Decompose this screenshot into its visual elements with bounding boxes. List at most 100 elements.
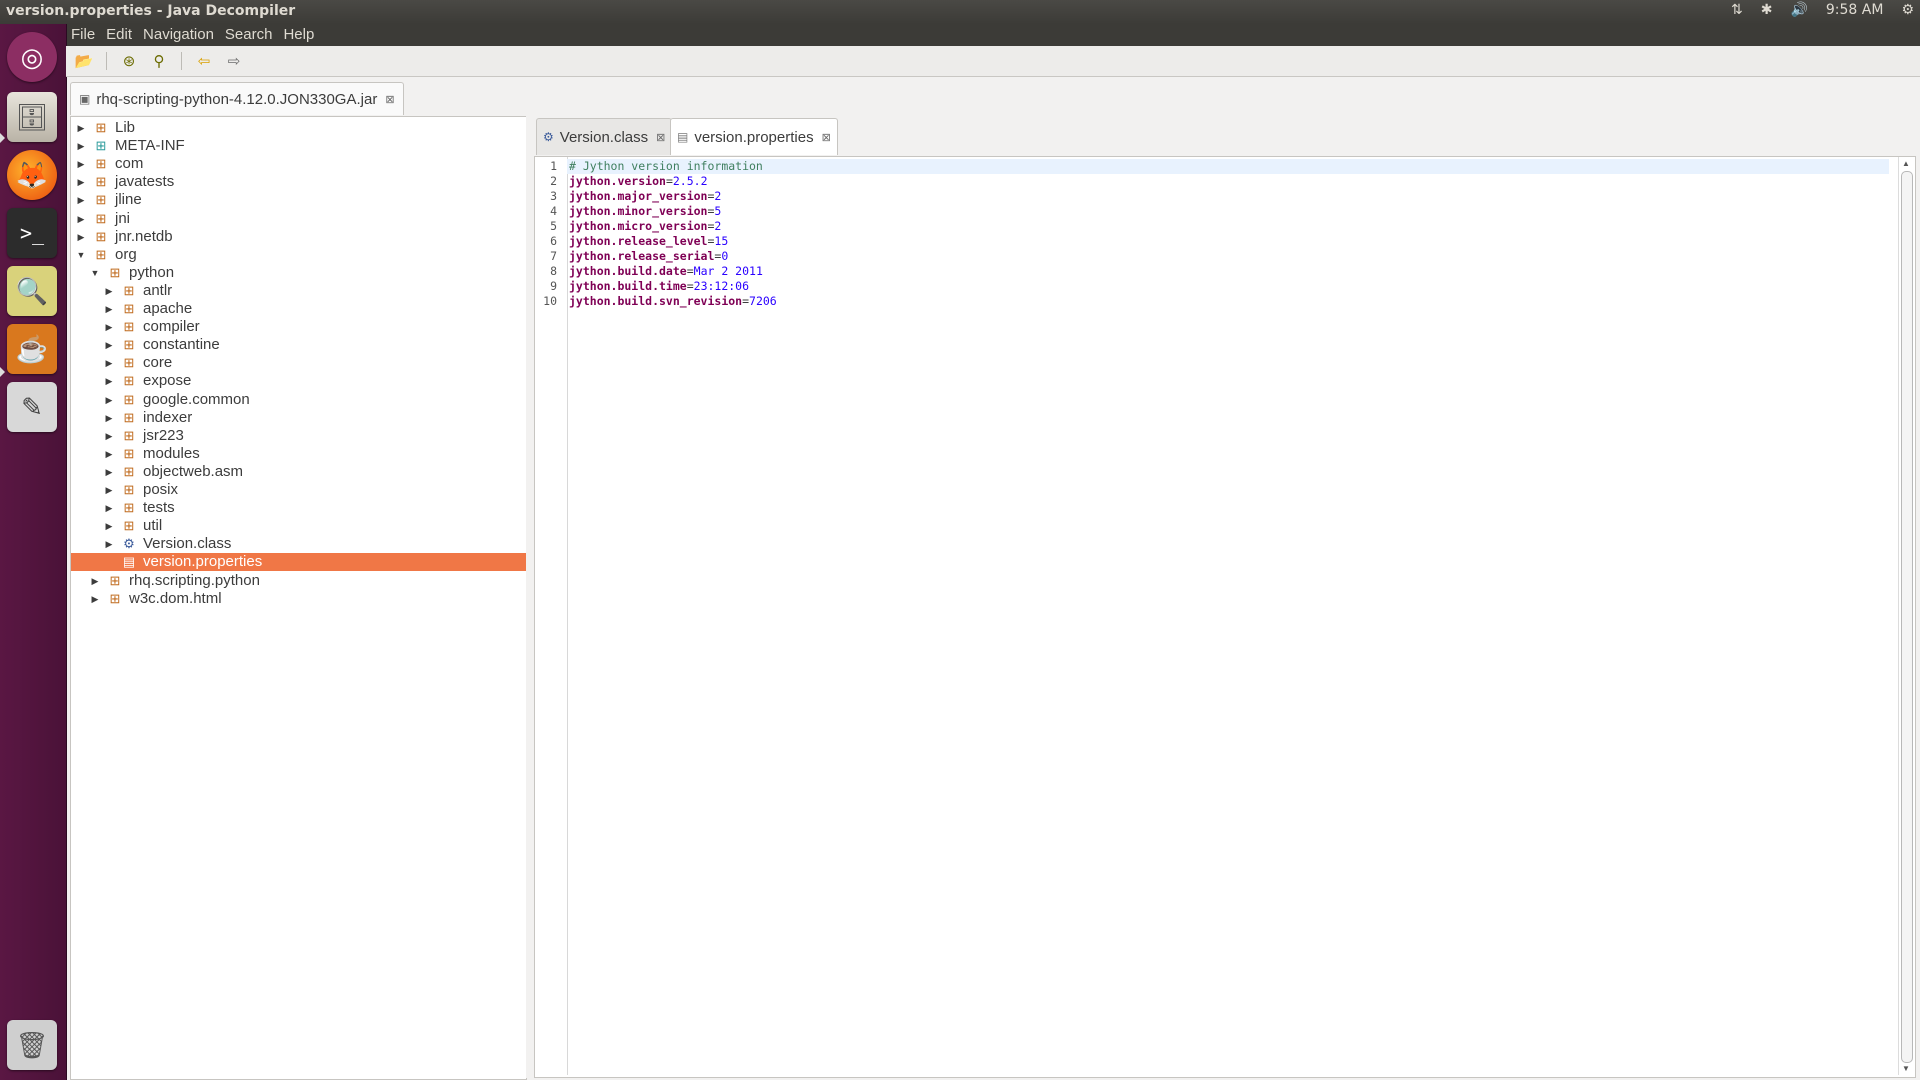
menu-help[interactable]: Help <box>278 24 320 46</box>
code-line[interactable]: jython.build.svn_revision=7206 <box>567 294 1889 309</box>
close-icon[interactable]: ⊠ <box>385 93 394 106</box>
collapsed-arrow-icon[interactable]: ▶ <box>103 445 115 463</box>
package-tree: ▶ ⊞ Lib ▶ ⊞ META-INF ▶ ⊞ com ▶ ⊞ javatests ▶ ⊞ jline ▶ ⊞… <box>70 116 527 1080</box>
tree-item[interactable]: ▶ ⊞ expose <box>71 372 526 390</box>
settings-gear-icon[interactable]: ⚙ <box>1901 2 1914 18</box>
image-viewer-icon[interactable]: 🔍 <box>7 266 57 316</box>
tree-item[interactable]: ▶ ⊞ META-INF <box>71 137 526 155</box>
tree-item[interactable]: ▶ ⊞ modules <box>71 445 526 463</box>
code-line[interactable]: jython.release_serial=0 <box>567 249 1889 264</box>
collapsed-arrow-icon[interactable]: ▶ <box>75 119 87 137</box>
tab-version-class[interactable]: ⚙ Version.class ⊠ <box>536 118 673 155</box>
open-type-icon[interactable]: ⊛ <box>117 50 141 72</box>
code-line[interactable]: jython.micro_version=2 <box>567 219 1889 234</box>
tree-item[interactable]: ▶ ⊞ apache <box>71 300 526 318</box>
code-editor[interactable]: 1 2 3 4 5 6 7 8 9 10 # Jython version information… <box>534 156 1916 1078</box>
text-editor-icon[interactable]: ✎ <box>7 382 57 432</box>
code-content[interactable]: # Jython version information jython.versi… <box>567 157 1889 1075</box>
expanded-arrow-icon[interactable]: ▼ <box>89 264 101 282</box>
collapsed-arrow-icon[interactable]: ▶ <box>103 535 115 553</box>
tree-item[interactable]: ▶ ⊞ core <box>71 354 526 372</box>
collapsed-arrow-icon[interactable]: ▶ <box>75 228 87 246</box>
tree-item[interactable]: ▶ ⊞ objectweb.asm <box>71 463 526 481</box>
tree-item[interactable]: ▶ ⊞ rhq.scripting.python <box>71 572 526 590</box>
tree-item[interactable]: ▶ ⊞ antlr <box>71 282 526 300</box>
close-icon[interactable]: ⊠ <box>822 131 831 144</box>
clock[interactable]: 9:58 AM <box>1826 2 1884 18</box>
collapsed-arrow-icon[interactable]: ▶ <box>103 354 115 372</box>
collapsed-arrow-icon[interactable]: ▶ <box>103 517 115 535</box>
menu-navigation[interactable]: Navigation <box>138 24 220 46</box>
code-line[interactable]: jython.minor_version=5 <box>567 204 1889 219</box>
tree-item[interactable]: ▶ ⊞ com <box>71 155 526 173</box>
close-icon[interactable]: ⊠ <box>656 131 665 144</box>
tree-item[interactable]: ▶ ⊞ jsr223 <box>71 427 526 445</box>
tree-item[interactable]: ▶ ⚙ Version.class <box>71 535 526 553</box>
scroll-thumb[interactable] <box>1901 171 1913 1063</box>
tree-item[interactable]: ▶ ⊞ constantine <box>71 336 526 354</box>
tree-item[interactable]: ▶ ⊞ indexer <box>71 409 526 427</box>
network-icon[interactable]: ⇅ <box>1731 2 1743 18</box>
menu-edit[interactable]: Edit <box>101 24 138 46</box>
back-icon[interactable]: ⇦ <box>192 50 216 72</box>
collapsed-arrow-icon[interactable]: ▶ <box>103 300 115 318</box>
tree-item[interactable]: ▶ ⊞ posix <box>71 481 526 499</box>
expanded-arrow-icon[interactable]: ▼ <box>75 246 87 264</box>
search-icon[interactable]: ⚲ <box>147 50 171 72</box>
open-file-icon[interactable]: 📂 <box>72 50 96 72</box>
collapsed-arrow-icon[interactable]: ▶ <box>75 191 87 209</box>
scroll-down-icon[interactable]: ▼ <box>1902 1064 1910 1073</box>
collapsed-arrow-icon[interactable]: ▶ <box>75 155 87 173</box>
collapsed-arrow-icon[interactable]: ▶ <box>75 173 87 191</box>
tree-item[interactable]: ▶ ⊞ javatests <box>71 173 526 191</box>
tree-item[interactable]: ▤ version.properties <box>71 553 526 572</box>
collapsed-arrow-icon[interactable]: ▶ <box>103 481 115 499</box>
collapsed-arrow-icon[interactable]: ▶ <box>103 409 115 427</box>
tree-item[interactable]: ▶ ⊞ google.common <box>71 391 526 409</box>
collapsed-arrow-icon[interactable]: ▶ <box>103 372 115 390</box>
code-line[interactable]: jython.major_version=2 <box>567 189 1889 204</box>
collapsed-arrow-icon[interactable]: ▶ <box>75 210 87 228</box>
tree-item[interactable]: ▼ ⊞ python <box>71 264 526 282</box>
collapsed-arrow-icon[interactable]: ▶ <box>103 463 115 481</box>
trash-icon[interactable]: 🗑 <box>7 1020 57 1070</box>
java-decompiler-icon[interactable]: ☕ <box>7 324 57 374</box>
ubuntu-dash-icon[interactable]: ◎ <box>7 32 57 82</box>
tree-item[interactable]: ▶ ⊞ w3c.dom.html <box>71 590 526 608</box>
collapsed-arrow-icon[interactable]: ▶ <box>103 282 115 300</box>
menu-file[interactable]: File <box>66 24 101 46</box>
tab-version-properties[interactable]: ▤ version.properties ⊠ <box>670 118 838 155</box>
terminal-icon[interactable]: >_ <box>7 208 57 258</box>
collapsed-arrow-icon[interactable]: ▶ <box>103 427 115 445</box>
code-line[interactable]: jython.build.date=Mar 2 2011 <box>567 264 1889 279</box>
collapsed-arrow-icon[interactable]: ▶ <box>89 572 101 590</box>
collapsed-arrow-icon[interactable]: ▶ <box>103 318 115 336</box>
code-line[interactable]: jython.version=2.5.2 <box>567 174 1889 189</box>
firefox-icon[interactable]: 🦊 <box>7 150 57 200</box>
volume-icon[interactable]: 🔊 <box>1790 2 1807 18</box>
files-icon[interactable]: 🗄 <box>7 92 57 142</box>
tree-item[interactable]: ▶ ⊞ jline <box>71 191 526 209</box>
package-icon: ⊞ <box>123 445 135 461</box>
tree-item[interactable]: ▶ ⊞ tests <box>71 499 526 517</box>
collapsed-arrow-icon[interactable]: ▶ <box>89 590 101 608</box>
collapsed-arrow-icon[interactable]: ▶ <box>103 499 115 517</box>
tree-item[interactable]: ▶ ⊞ Lib <box>71 119 526 137</box>
tree-item[interactable]: ▶ ⊞ compiler <box>71 318 526 336</box>
tree-item[interactable]: ▶ ⊞ util <box>71 517 526 535</box>
jar-tab[interactable]: ▣ rhq-scripting-python-4.12.0.JON330GA.j… <box>70 82 404 115</box>
collapsed-arrow-icon[interactable]: ▶ <box>103 336 115 354</box>
menu-search[interactable]: Search <box>220 24 279 46</box>
vertical-scrollbar[interactable]: ▲ ▼ <box>1898 157 1913 1075</box>
scroll-up-icon[interactable]: ▲ <box>1902 159 1910 168</box>
forward-icon[interactable]: ⇨ <box>222 50 246 72</box>
code-line[interactable]: # Jython version information <box>567 159 1889 174</box>
tree-item[interactable]: ▶ ⊞ jnr.netdb <box>71 228 526 246</box>
collapsed-arrow-icon[interactable]: ▶ <box>75 137 87 155</box>
tree-item[interactable]: ▼ ⊞ org <box>71 246 526 264</box>
tree-item[interactable]: ▶ ⊞ jni <box>71 210 526 228</box>
collapsed-arrow-icon[interactable]: ▶ <box>103 391 115 409</box>
bluetooth-icon[interactable]: ✱ <box>1761 2 1773 18</box>
code-line[interactable]: jython.release_level=15 <box>567 234 1889 249</box>
code-line[interactable]: jython.build.time=23:12:06 <box>567 279 1889 294</box>
